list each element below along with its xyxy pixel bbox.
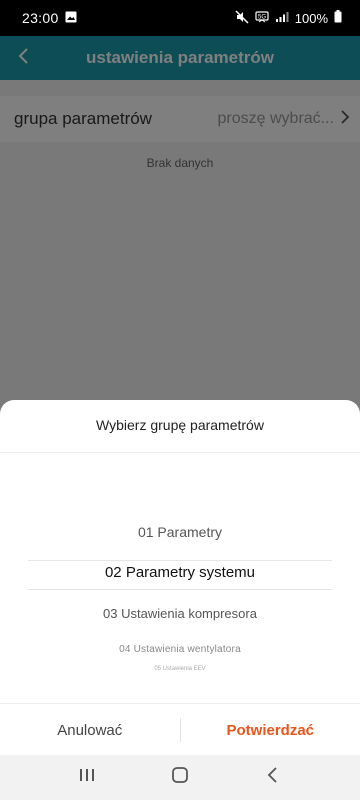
mute-icon	[235, 9, 249, 27]
picker-option[interactable]: 05 Ustawienia EEV	[0, 666, 360, 672]
status-left: 23:00	[22, 10, 77, 26]
divider	[0, 452, 360, 453]
signal-icon	[275, 10, 289, 26]
status-right: 5G 100%	[235, 9, 342, 27]
confirm-button[interactable]: Potwierdzać	[181, 704, 360, 755]
parameter-group-picker[interactable]: 01 Parametry 02 Parametry systemu 03 Ust…	[0, 500, 360, 680]
selection-line-top	[28, 560, 332, 561]
picker-actions: Anulować Potwierdzać	[0, 703, 360, 755]
image-icon	[65, 10, 77, 26]
status-time: 23:00	[22, 10, 59, 26]
home-button[interactable]	[160, 758, 200, 798]
picker-sheet: Wybierz grupę parametrów 01 Parametry 02…	[0, 400, 360, 755]
picker-option[interactable]: 01 Parametry	[0, 524, 360, 540]
picker-option-selected[interactable]: 02 Parametry systemu	[0, 564, 360, 581]
picker-option[interactable]: 04 Ustawienia wentylatora	[0, 644, 360, 655]
home-icon	[171, 766, 189, 789]
data-icon: 5G	[255, 10, 269, 27]
battery-percent: 100%	[294, 10, 328, 26]
picker-option[interactable]: 03 Ustawienia kompresora	[0, 606, 360, 621]
battery-icon	[334, 10, 342, 26]
nav-back-button[interactable]	[253, 758, 293, 798]
recent-apps-button[interactable]	[67, 758, 107, 798]
status-bar: 23:00 5G 100%	[0, 0, 360, 36]
system-nav-bar	[0, 755, 360, 800]
recent-apps-icon	[78, 767, 96, 788]
back-icon	[266, 766, 280, 789]
selection-line-bottom	[28, 589, 332, 590]
picker-title: Wybierz grupę parametrów	[96, 417, 264, 433]
cancel-button[interactable]: Anulować	[0, 704, 180, 755]
